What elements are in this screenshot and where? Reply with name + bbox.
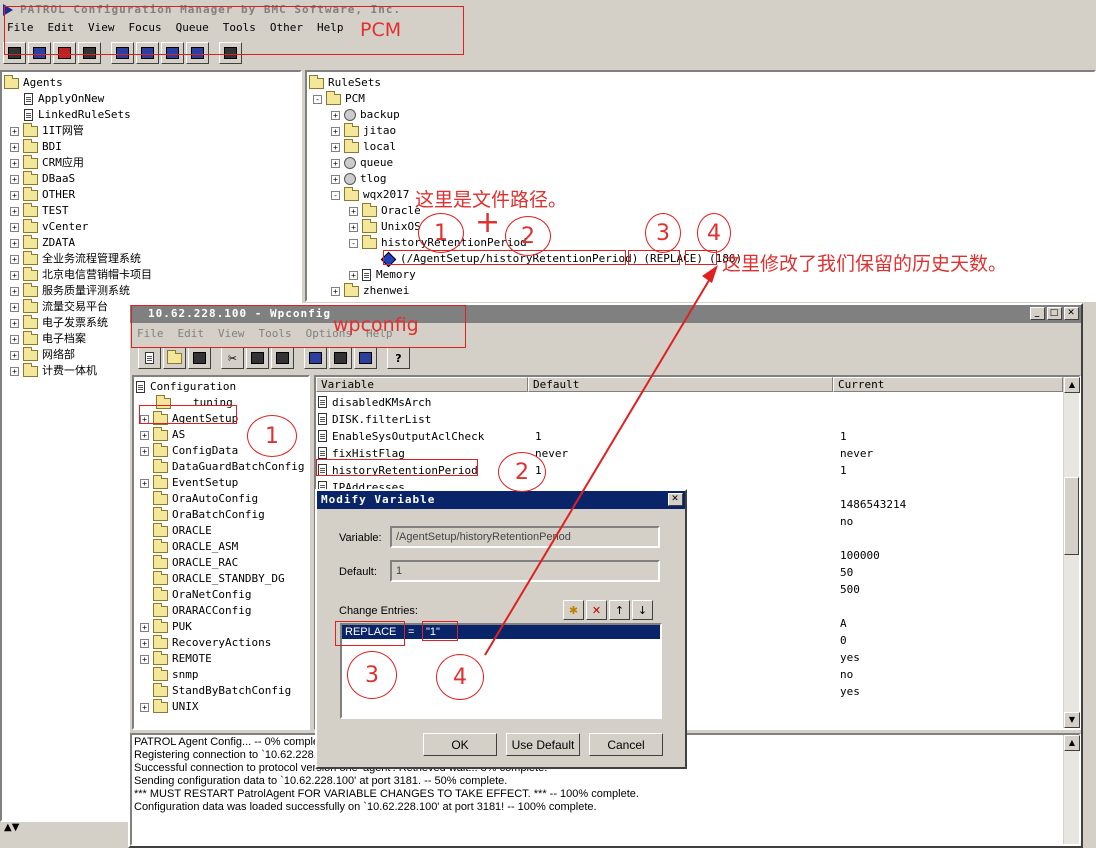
red-arrow-line (484, 271, 715, 656)
red-arrow-head-icon (702, 265, 718, 283)
arrow-overlay (484, 265, 718, 656)
